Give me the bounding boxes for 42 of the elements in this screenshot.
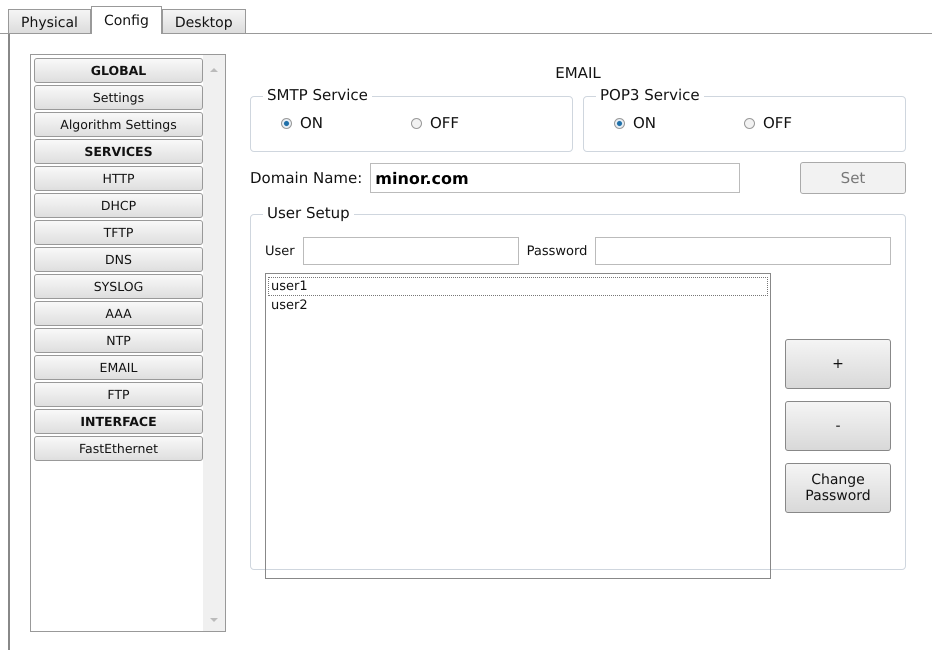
- scroll-down-icon[interactable]: [209, 617, 219, 623]
- sidebar-item[interactable]: Algorithm Settings: [34, 112, 203, 137]
- radio-button[interactable]: [744, 118, 755, 128]
- user-list-item[interactable]: user2: [268, 296, 768, 315]
- radio-option[interactable]: ON: [614, 114, 744, 132]
- user-action-button[interactable]: +: [785, 339, 891, 389]
- sidebar-item[interactable]: DHCP: [34, 193, 203, 218]
- sidebar-item[interactable]: EMAIL: [34, 355, 203, 380]
- password-field[interactable]: [595, 237, 891, 265]
- radio-option[interactable]: OFF: [744, 114, 874, 132]
- sidebar-item[interactable]: NTP: [34, 328, 203, 353]
- sidebar-item[interactable]: Settings: [34, 85, 203, 110]
- tab[interactable]: Desktop: [162, 9, 246, 33]
- radio-option[interactable]: OFF: [411, 114, 541, 132]
- radio-button[interactable]: [411, 118, 422, 128]
- field-label: Password: [526, 244, 588, 258]
- radio-button[interactable]: [281, 118, 292, 128]
- user-field[interactable]: [302, 237, 519, 265]
- sidebar-item[interactable]: INTERFACE: [34, 409, 203, 434]
- sidebar-item[interactable]: DNS: [34, 247, 203, 272]
- sidebar-item[interactable]: AAA: [34, 301, 203, 326]
- page-title: EMAIL: [554, 64, 602, 82]
- sidebar-item[interactable]: TFTP: [34, 220, 203, 245]
- tab[interactable]: Physical: [8, 9, 91, 33]
- group-title: User Setup: [263, 204, 354, 222]
- user-action-button[interactable]: Change Password: [785, 463, 891, 513]
- radio-option[interactable]: ON: [281, 114, 411, 132]
- sidebar-item[interactable]: GLOBAL: [34, 58, 203, 83]
- sidebar-item[interactable]: FTP: [34, 382, 203, 407]
- user-action-button[interactable]: -: [785, 401, 891, 451]
- field-label: Domain Name:: [250, 169, 362, 187]
- radio-button[interactable]: [614, 118, 625, 128]
- scroll-up-icon[interactable]: [209, 67, 219, 73]
- sidebar-item[interactable]: SERVICES: [34, 139, 203, 164]
- domain-field[interactable]: minor.com: [370, 163, 740, 193]
- field-label: User: [265, 244, 295, 258]
- scrollbar[interactable]: [203, 55, 225, 631]
- sidebar-item[interactable]: HTTP: [34, 166, 203, 191]
- user-list-item[interactable]: user1: [268, 277, 768, 296]
- sidebar-item[interactable]: FastEthernet: [34, 436, 203, 461]
- sidebar-item[interactable]: SYSLOG: [34, 274, 203, 299]
- tab[interactable]: Config: [90, 6, 162, 34]
